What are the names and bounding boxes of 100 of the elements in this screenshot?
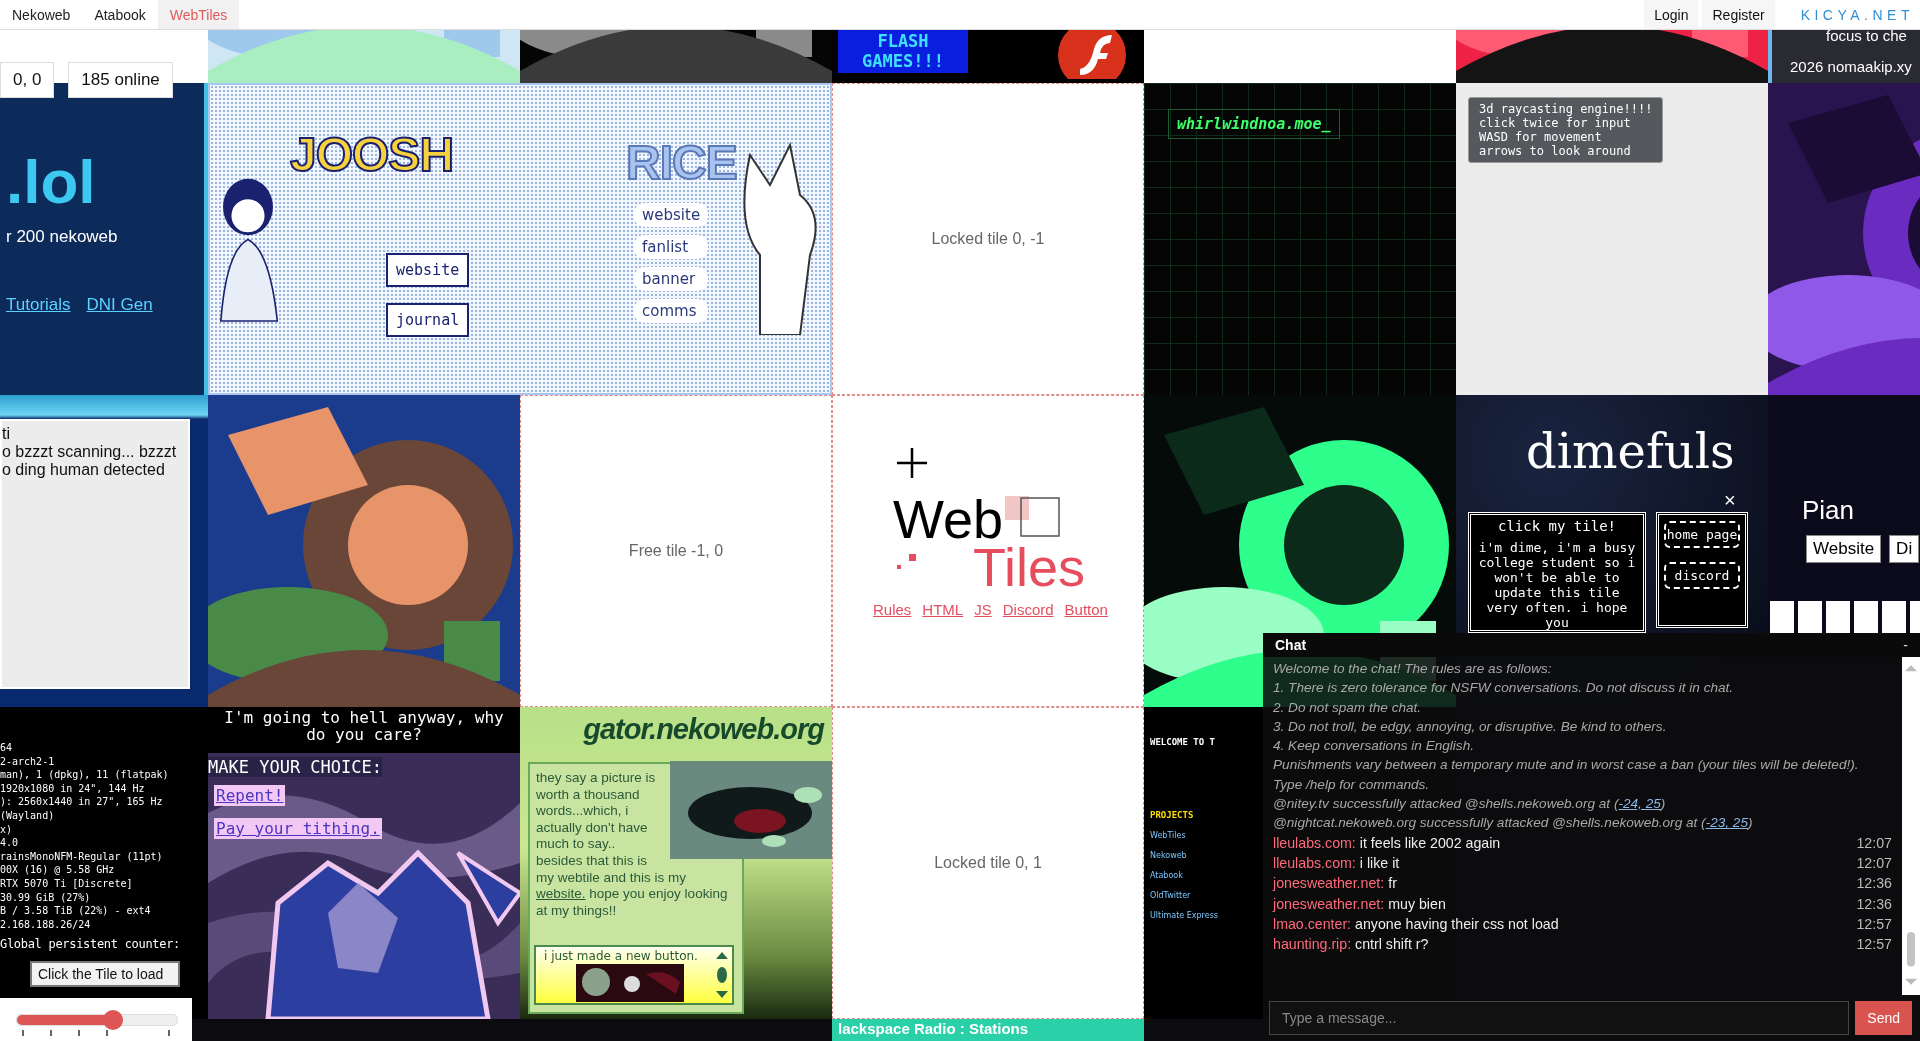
tile-button[interactable]: discord — [1664, 562, 1740, 589]
terminal-line: 30.99 GiB (27%) — [0, 890, 91, 905]
terminal-line: 1920x1080 in 24", 144 Hz — [0, 781, 145, 796]
system-message: @nightcat.nekoweb.org successfully attacked @shells.nekoweb.org at (-23, 25) — [1273, 815, 1754, 831]
counter-label: Global persistent counter: — [0, 936, 181, 954]
choice-link[interactable]: Pay your tithing. — [214, 818, 382, 839]
chat-message: fr — [1388, 875, 1398, 892]
tile-button[interactable]: journal — [386, 303, 470, 337]
tile-title: dimefuls — [1526, 423, 1735, 479]
footer-link[interactable]: Discord — [1002, 601, 1054, 618]
terminal-line: 00X (16) @ 5.58 GHz — [0, 863, 115, 877]
flash-games-banner[interactable]: FLASH GAMES!!! — [838, 30, 968, 73]
load-button[interactable]: Click the Tile to load — [30, 961, 180, 988]
site-label[interactable]: whirlwindnoa.moe_ — [1168, 109, 1340, 139]
brand-logo[interactable]: KICYA.NET — [1774, 0, 1920, 29]
chat-username[interactable]: lleulabs.com: — [1273, 854, 1356, 871]
project-link[interactable]: OldTwitter — [1150, 891, 1191, 900]
tile-button[interactable]: Website — [1806, 535, 1882, 563]
chat-username[interactable]: haunting.rip: — [1273, 936, 1352, 953]
tile-link[interactable]: Tutorials — [6, 295, 71, 315]
system-message: Type /help for commands. — [1273, 776, 1431, 792]
message-time: 12:36 — [1856, 875, 1892, 892]
tile-heading: WELCOME TO T — [1150, 737, 1216, 747]
nav-link[interactable]: Atabook — [82, 0, 158, 29]
terminal-line: o bzzzt scanning... bzzzt — [2, 443, 177, 461]
tile-status: Locked tile 0, -1 — [931, 230, 1045, 248]
tile-caption: I'm going to hell anyway, why do you care? — [223, 707, 505, 746]
chat-username[interactable]: lmao.center: — [1273, 915, 1352, 932]
terminal-line: (Wayland) — [0, 808, 55, 823]
project-link[interactable]: Nekoweb — [1150, 851, 1187, 860]
terminal-line: rainsMonoNFM-Regular (11pt) — [0, 849, 163, 864]
tile-status: Free tile -1, 0 — [628, 542, 724, 560]
coordinates-display: 0, 0 — [0, 62, 55, 98]
system-message: Welcome to the chat! The rules are as follows: — [1273, 661, 1553, 676]
terminal-line: RTX 5070 Ti [Discrete] — [0, 876, 133, 891]
logo-word: Web — [893, 488, 1004, 549]
tile-link[interactable]: DNI Gen — [86, 295, 153, 315]
message-input[interactable]: Type a message... — [1269, 1001, 1850, 1035]
tile-title: Pian — [1802, 495, 1855, 526]
scrollbar[interactable] — [1902, 657, 1920, 995]
terminal-line: 4.0 — [0, 836, 19, 850]
slider-thumb[interactable] — [103, 1010, 123, 1030]
coordinate-link[interactable]: -23, 25 — [1705, 815, 1748, 831]
chat-username[interactable]: jonesweather.net: — [1273, 875, 1385, 892]
footer-link[interactable]: Rules — [873, 601, 912, 618]
tile-link[interactable]: banner — [634, 267, 709, 291]
online-count: 185 online — [68, 62, 173, 98]
chat-message: cntrl shift r? — [1355, 936, 1430, 953]
tile-link[interactable]: website — [634, 203, 709, 227]
chat-message: it feels like 2002 again — [1359, 834, 1502, 851]
system-message: Punishments vary between a temporary mute and in worst case a ban (your tiles will be deleted!). — [1273, 757, 1860, 773]
message-time: 12:07 — [1856, 854, 1892, 871]
terminal-line: 2.168.188.26/24 — [0, 917, 91, 932]
minimize-button[interactable]: - — [1899, 637, 1912, 653]
plus-icon — [895, 446, 929, 480]
tile-button[interactable]: website — [386, 253, 470, 287]
footer-link[interactable]: Button — [1064, 601, 1108, 618]
chat-username[interactable]: lleulabs.com: — [1273, 834, 1356, 851]
system-message: 3. Do not troll, be edgy, annoying, or disruptive. Be kind to others. — [1273, 718, 1668, 734]
tile-link[interactable]: fanlist — [634, 235, 709, 259]
system-message: @nitey.tv successfully attacked @shells.nekoweb.org at (-24, 25) — [1273, 796, 1667, 812]
tile-text: r 200 nekoweb — [6, 227, 119, 247]
project-link[interactable]: Atabook — [1150, 871, 1183, 880]
info-box: 3d raycasting engine!!!! click twice for input WASD for movement arrows to look around — [1468, 97, 1664, 163]
chat-message: i like it — [1359, 854, 1401, 871]
square-icon — [1005, 496, 1029, 520]
prompt-text: MAKE YOUR CHOICE: — [208, 757, 382, 777]
project-link[interactable]: WebTiles — [1150, 831, 1186, 840]
account-link[interactable]: Register — [1702, 0, 1775, 29]
site-logo-text: .lol — [6, 147, 97, 217]
tile-text: focus to che — [1826, 30, 1907, 44]
chat-message: anyone having their css not load — [1355, 915, 1560, 932]
message-time: 12:36 — [1856, 895, 1892, 912]
nav-link[interactable]: Nekoweb — [0, 0, 83, 29]
send-button[interactable]: Send — [1855, 1001, 1912, 1035]
tile-button[interactable]: home page — [1664, 521, 1740, 548]
system-message: 4. Keep conversations in English. — [1273, 738, 1475, 754]
message-time: 12:57 — [1856, 936, 1892, 953]
terminal-line: ti — [2, 425, 10, 443]
system-message: 1. There is zero tolerance for NSFW conversations. Do not discuss it in chat. — [1273, 680, 1735, 696]
tile-button[interactable]: Di — [1889, 535, 1920, 563]
terminal-line: 64 — [0, 741, 13, 755]
system-message: 2. Do not spam the chat. — [1273, 699, 1423, 715]
terminal-line: ): 2560x1440 in 27", 165 Hz — [0, 795, 163, 809]
choice-link[interactable]: Repent! — [214, 785, 286, 806]
tile-title: gator.nekoweb.org — [583, 713, 824, 746]
account-link[interactable]: Login — [1644, 0, 1699, 29]
chat-username[interactable]: jonesweather.net: — [1273, 895, 1385, 912]
terminal-line: o ding human detected — [2, 461, 165, 479]
terminal-line: x) — [0, 822, 13, 837]
footer-link[interactable]: HTML — [922, 601, 964, 618]
project-link[interactable]: Ultimate Express — [1150, 911, 1218, 920]
terminal-line: man), 1 (dpkg), 11 (flatpak) — [0, 768, 169, 782]
tile-link[interactable]: comms — [634, 299, 709, 323]
message-time: 12:57 — [1856, 915, 1892, 932]
close-button[interactable]: × — [1724, 489, 1736, 512]
footer-link[interactable]: JS — [974, 601, 992, 618]
section-heading: PROJECTS — [1150, 810, 1194, 820]
tile-text: 2026 nomaakip.xy — [1790, 58, 1912, 75]
website-link[interactable]: website. — [536, 886, 586, 902]
